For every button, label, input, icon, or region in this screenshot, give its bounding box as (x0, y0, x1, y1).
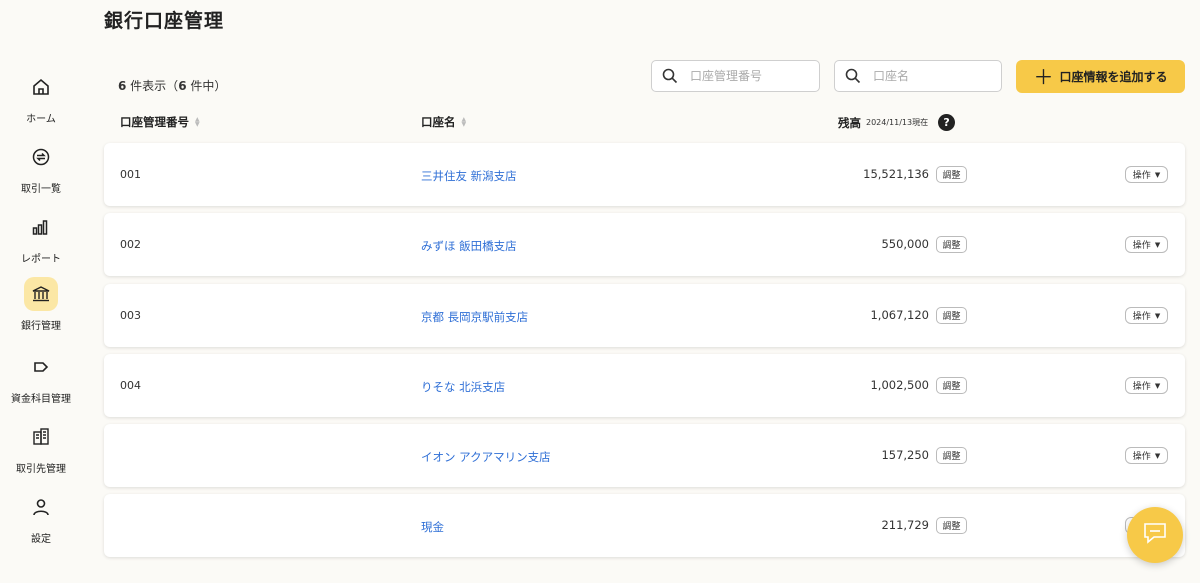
sidebar-item-label: 取引一覧 (21, 184, 61, 195)
caret-down-icon: ▼ (1154, 311, 1161, 320)
column-header-name[interactable]: 口座名 ▲ ▼ (421, 114, 466, 130)
sort-icon: ▲ ▼ (195, 116, 200, 128)
account-number: 002 (120, 238, 141, 251)
caret-down-icon: ▼ (1154, 381, 1161, 390)
tag-icon (24, 350, 58, 384)
action-dropdown-label: 操作 (1132, 171, 1151, 181)
home-icon (24, 70, 58, 104)
result-count: 6 件表示（6 件中） (118, 77, 226, 94)
sidebar-item-home[interactable]: ホーム (0, 70, 82, 132)
action-dropdown[interactable]: 操作▼ (1125, 377, 1168, 394)
account-balance: 1,067,120 (870, 308, 929, 322)
column-header-label: 口座名 (421, 115, 456, 129)
add-account-button[interactable]: ＋ 口座情報を追加する (1016, 60, 1185, 93)
adjust-button[interactable]: 調整 (936, 447, 967, 464)
page-title: 銀行口座管理 (104, 10, 225, 32)
sidebar-item-label: 設定 (31, 534, 51, 545)
table-row: 004 りそな 北浜支店 1,002,500 調整 操作 ▼ (104, 354, 1185, 417)
add-account-button-label: 口座情報を追加する (1059, 70, 1168, 84)
account-name-link[interactable]: イオン アクアマリン支店 (421, 449, 551, 465)
sidebar-item-label: レポート (21, 254, 61, 265)
sidebar-item-bank[interactable]: 銀行管理 (0, 277, 82, 339)
count-shown-suffix: 件表示（ (126, 79, 179, 93)
account-name-search-input[interactable] (871, 68, 995, 84)
account-name-link[interactable]: みずほ 飯田橋支店 (421, 238, 517, 254)
column-header-label: 口座管理番号 (120, 115, 189, 129)
help-icon[interactable]: ? (938, 114, 956, 131)
account-balance: 157,250 (881, 448, 929, 462)
column-header-balance: 残高 2024/11/13現在 ? (838, 114, 956, 131)
action-dropdown-label: 操作 (1132, 241, 1151, 251)
account-balance: 550,000 (881, 237, 929, 251)
adjust-button[interactable]: 調整 (936, 166, 967, 183)
sidebar-item-label: 取引先管理 (16, 464, 66, 475)
building-icon (24, 420, 58, 454)
table-row: 001 三井住友 新潟支店 15,521,136 調整 操作 ▼ (104, 143, 1185, 206)
user-icon (24, 490, 58, 524)
sidebar-item-label: 銀行管理 (21, 321, 61, 332)
plus-icon: ＋ (1033, 64, 1054, 89)
table-row: 002 みずほ 飯田橋支店 550,000 調整 操作 ▼ (104, 213, 1185, 276)
action-dropdown-label: 操作 (1132, 452, 1151, 462)
action-dropdown[interactable]: 操作▼ (1125, 307, 1168, 324)
account-balance: 1,002,500 (870, 378, 929, 392)
sort-icon: ▲ ▼ (461, 116, 467, 128)
exchange-icon (24, 140, 58, 174)
caret-down-icon: ▼ (1154, 170, 1161, 179)
column-header-label: 残高 (838, 115, 861, 130)
chat-support-button[interactable] (1127, 507, 1183, 563)
adjust-button[interactable]: 調整 (936, 236, 967, 253)
sidebar-item-fund-accounts[interactable]: 資金科目管理 (0, 350, 82, 412)
sidebar-item-partners[interactable]: 取引先管理 (0, 420, 82, 482)
account-number: 001 (120, 168, 141, 181)
action-dropdown[interactable]: 操作▼ (1125, 447, 1168, 464)
chat-bubble-icon (1142, 521, 1168, 549)
account-name-link[interactable]: 京都 長岡京駅前支店 (421, 309, 528, 325)
action-dropdown-label: 操作 (1132, 312, 1151, 322)
action-dropdown[interactable]: 操作▼ (1125, 236, 1168, 253)
account-name-link[interactable]: 現金 (421, 519, 444, 535)
account-number-search[interactable] (651, 60, 820, 92)
bank-icon (24, 277, 58, 311)
caret-down-icon: ▼ (1154, 240, 1161, 249)
table-row: 現金 211,729 調整 操作▼ (104, 494, 1185, 557)
account-number: 003 (120, 309, 141, 322)
account-number-search-input[interactable] (688, 68, 812, 84)
search-icon (835, 68, 871, 84)
sidebar-item-settings[interactable]: 設定 (0, 490, 82, 552)
chart-bars-icon (24, 210, 58, 244)
table-row: イオン アクアマリン支店 157,250 調整 操作 ▼ (104, 424, 1185, 487)
adjust-button[interactable]: 調整 (936, 517, 967, 534)
account-name-link[interactable]: 三井住友 新潟支店 (421, 168, 517, 184)
search-icon (652, 68, 688, 84)
action-dropdown[interactable]: 操作▼ (1125, 166, 1168, 183)
table-row: 003 京都 長岡京駅前支店 1,067,120 調整 操作 ▼ (104, 284, 1185, 347)
count-total-suffix: 件中） (186, 79, 227, 93)
sidebar-item-transactions[interactable]: 取引一覧 (0, 140, 82, 202)
account-name-search[interactable] (834, 60, 1002, 92)
sidebar-item-report[interactable]: レポート (0, 210, 82, 272)
account-balance: 15,521,136 (863, 167, 929, 181)
account-number: 004 (120, 379, 141, 392)
sidebar-item-label: ホーム (26, 114, 56, 125)
balance-as-of-date: 2024/11/13現在 (866, 118, 929, 127)
account-balance: 211,729 (881, 518, 929, 532)
caret-down-icon: ▼ (1154, 451, 1161, 460)
adjust-button[interactable]: 調整 (936, 377, 967, 394)
action-dropdown-label: 操作 (1132, 382, 1151, 392)
sidebar-item-label: 資金科目管理 (11, 394, 71, 405)
column-header-number[interactable]: 口座管理番号 ▲ ▼ (120, 114, 200, 130)
count-total: 6 (178, 79, 187, 93)
account-name-link[interactable]: りそな 北浜支店 (421, 379, 505, 395)
adjust-button[interactable]: 調整 (936, 307, 967, 324)
